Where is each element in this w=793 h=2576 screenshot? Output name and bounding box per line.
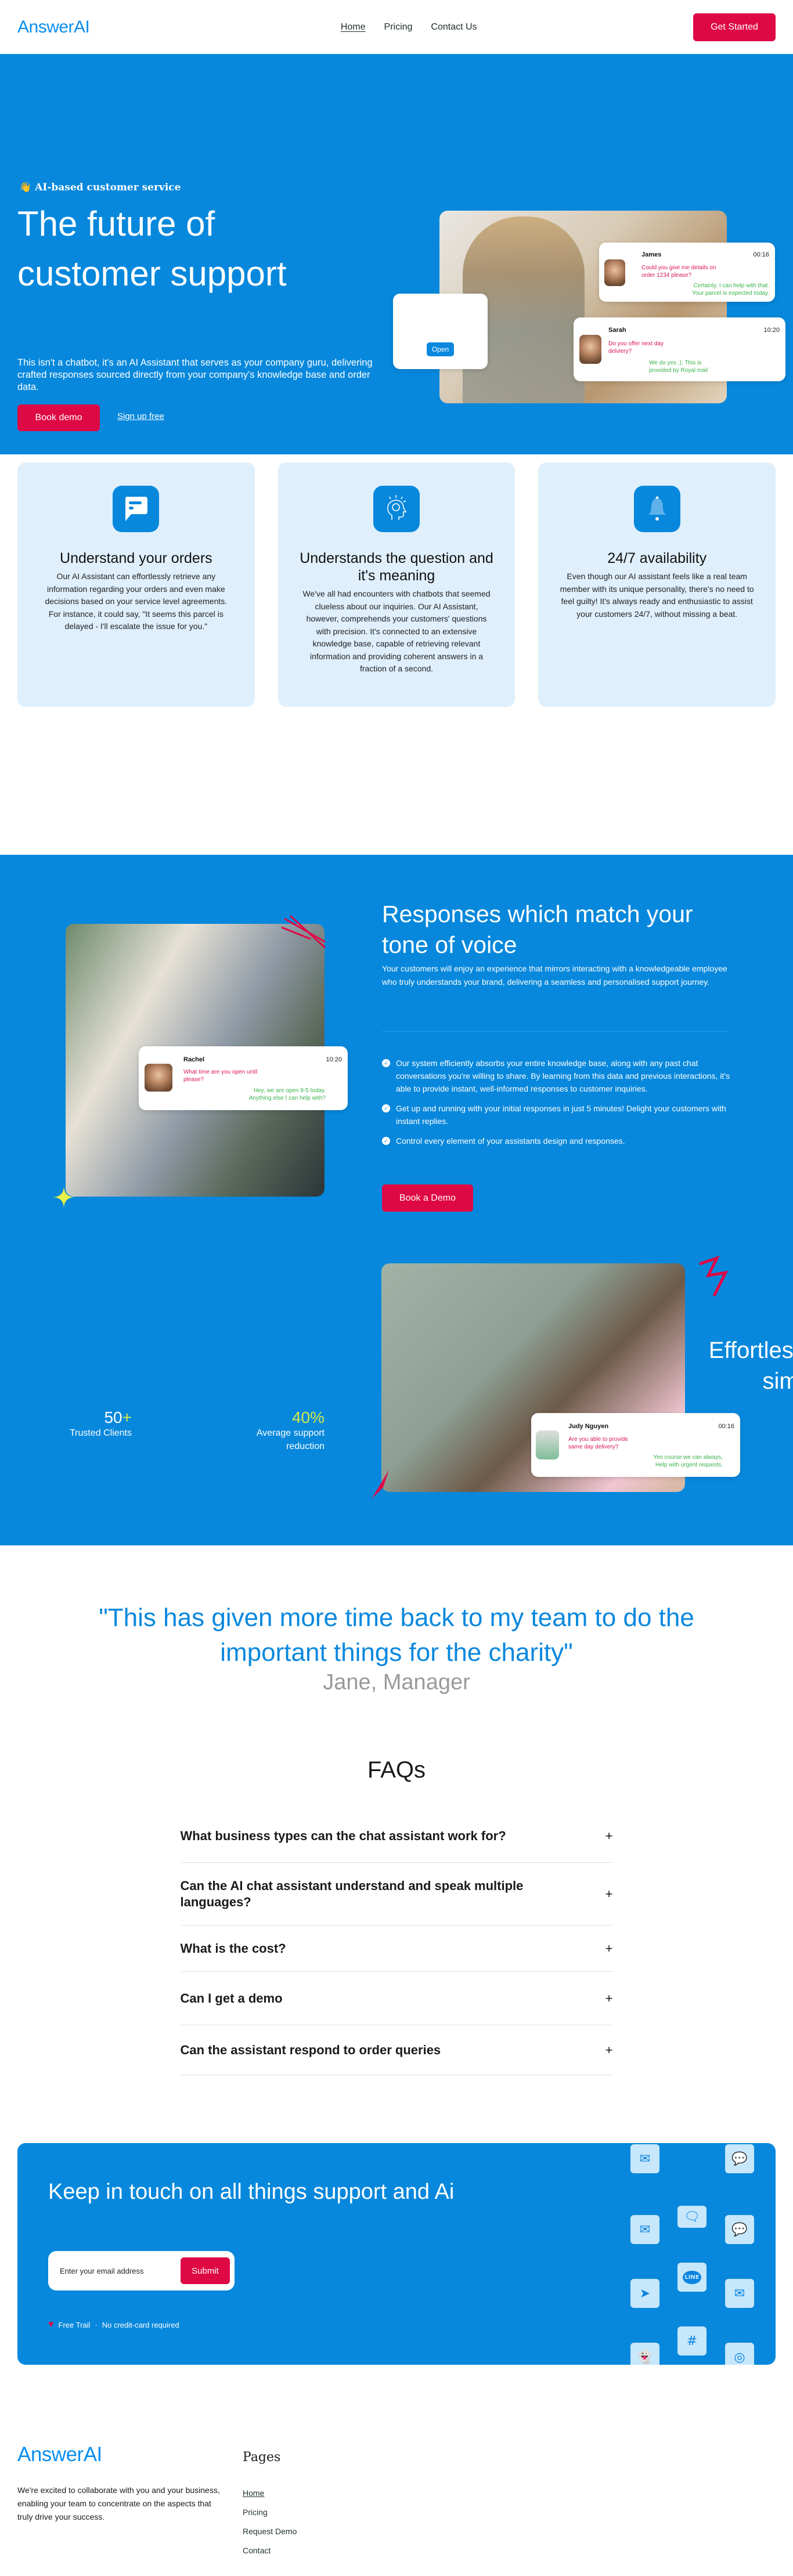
- faq-item[interactable]: Can the AI chat assistant understand and…: [180, 1863, 613, 1925]
- check-badge-icon: ✓: [382, 1104, 390, 1112]
- email-icon: ✉: [630, 2144, 659, 2173]
- stat-reduction: 40% Average support reduction: [256, 1408, 325, 1452]
- hero-lead: This isn't a chatbot, it's an AI Assista…: [17, 357, 373, 392]
- trial-note: ♥ Free Trail · No credit-card required: [48, 2320, 179, 2329]
- faq-item[interactable]: Can the assistant respond to order queri…: [180, 2025, 613, 2075]
- chat-card-james: James 00:16 Could you give me details on…: [599, 243, 775, 302]
- new-message-title: New Message!: [399, 314, 482, 327]
- check-badge-icon: ✓: [382, 1059, 390, 1067]
- line-icon: LINE: [677, 2263, 707, 2292]
- instagram-icon: ◎: [725, 2343, 754, 2365]
- chat-card-sarah: Sarah 10:20 Do you offer next day delvie…: [574, 317, 785, 381]
- avatar: [536, 1430, 559, 1459]
- feature-title: Understands the question and it's meanin…: [300, 550, 493, 584]
- plus-icon[interactable]: +: [605, 1828, 613, 1844]
- email-input[interactable]: [60, 2266, 181, 2275]
- avatar: [145, 1064, 172, 1092]
- chat-bubble-icon: [113, 486, 160, 532]
- scribble-decoration: [281, 915, 326, 949]
- chat-icon: 🗨: [677, 2206, 707, 2228]
- avatar: [579, 335, 601, 364]
- footer-description: We're excited to collaborate with you an…: [17, 2485, 220, 2521]
- star-decoration: [52, 1186, 75, 1209]
- footer-links: Home Pricing Request Demo Contact: [243, 2484, 297, 2560]
- bullet-item: ✓ Get up and running with your initial re…: [382, 1102, 730, 1128]
- footer-link-request-demo[interactable]: Request Demo: [243, 2522, 297, 2541]
- stat-clients: 50+ Trusted Clients: [70, 1408, 132, 1439]
- avatar: [604, 259, 625, 286]
- features-section: Understand your orders Our AI Assistant …: [0, 454, 793, 855]
- telegram-icon: ➤: [630, 2279, 659, 2308]
- wechat-icon: 💬: [725, 2215, 754, 2244]
- tone-section: Rachel 10:20 What time are you open unti…: [0, 855, 793, 1545]
- newsletter-cta: Keep in touch on all things support and …: [17, 2143, 776, 2365]
- bullet-item: ✓ Control every element of your assistant…: [382, 1135, 730, 1147]
- faq-item[interactable]: What is the cost? +: [180, 1925, 613, 1972]
- bullet-item: ✓ Our system efficiently absorbs your ent…: [382, 1057, 730, 1095]
- waving-hand-icon: 👋: [19, 182, 32, 193]
- hero-title: The future of customer support: [17, 204, 287, 293]
- hero-eyebrow: 👋 AI-based customer service: [19, 182, 181, 193]
- plus-icon[interactable]: +: [605, 2042, 613, 2058]
- feature-title: 24/7 availability: [607, 550, 707, 566]
- footer-link-pricing[interactable]: Pricing: [243, 2503, 297, 2522]
- plus-icon[interactable]: +: [605, 1990, 613, 2007]
- hero-section: 👋 AI-based customer service The future o…: [0, 54, 793, 454]
- new-message-text: My parcel didn't arrive: [403, 328, 477, 337]
- chat-card-rachel: Rachel 10:20 What time are you open unti…: [139, 1046, 348, 1110]
- check-badge-icon: ✓: [382, 1137, 390, 1145]
- sign-up-link[interactable]: Sign up free: [117, 411, 164, 421]
- plus-icon[interactable]: +: [605, 1886, 613, 1902]
- faq-item[interactable]: What business types can the chat assista…: [180, 1809, 613, 1863]
- feature-card: Understand your orders Our AI Assistant …: [17, 463, 255, 707]
- snapchat-icon: 👻: [630, 2343, 659, 2365]
- tone-bullets: ✓ Our system efficiently absorbs your ent…: [382, 1057, 730, 1154]
- footer-pages-title: Pages: [243, 2450, 281, 2465]
- divider: [382, 1031, 728, 1032]
- heart-icon: ♥: [48, 2320, 54, 2329]
- zigzag-decoration: [699, 1255, 729, 1297]
- plus-icon[interactable]: +: [605, 1941, 613, 1957]
- nav-link-contact[interactable]: Contact Us: [431, 22, 477, 32]
- feature-text: We've all had encounters with chatbots t…: [302, 589, 491, 673]
- footer-link-contact[interactable]: Contact: [243, 2541, 297, 2560]
- nav-link-home[interactable]: Home: [341, 22, 366, 32]
- faq-list: What business types can the chat assista…: [180, 1809, 613, 2075]
- feature-text: Even though our AI assistant feels like …: [560, 572, 754, 619]
- testimonial-quote: "This has given more time back to my tea…: [99, 1603, 694, 1667]
- feature-title: Understand your orders: [60, 550, 212, 566]
- feature-text: Our AI Assistant can effortlessly retrie…: [45, 572, 228, 631]
- logo[interactable]: AnswerAI: [17, 17, 90, 37]
- footer-link-home[interactable]: Home: [243, 2484, 297, 2503]
- get-started-button[interactable]: Get Started: [693, 13, 776, 41]
- email-form: Submit: [48, 2251, 235, 2290]
- submit-button[interactable]: Submit: [181, 2257, 230, 2284]
- top-nav: AnswerAI Home Pricing Contact Us Get Sta…: [0, 0, 793, 54]
- email-icon: ✉: [725, 2279, 754, 2308]
- testimonial-section: "This has given more time back to my tea…: [0, 1545, 793, 1743]
- footer: AnswerAI We're excited to collaborate wi…: [0, 2408, 793, 2576]
- feature-card: Understands the question and it's meanin…: [277, 463, 516, 707]
- brain-head-icon: [373, 486, 420, 532]
- open-button[interactable]: Open: [426, 342, 455, 356]
- nav-link-pricing[interactable]: Pricing: [384, 22, 413, 32]
- new-message-card: New Message! My parcel didn't arrive Ope…: [393, 294, 488, 369]
- nav-links: Home Pricing Contact Us: [341, 22, 477, 32]
- bell-icon: [633, 486, 680, 532]
- chat-card-judy: Judy Nguyen 00:16 Are you able to provid…: [531, 1413, 740, 1477]
- faq-title: FAQs: [367, 1757, 426, 1783]
- feature-card: 24/7 availability Even though our AI ass…: [538, 463, 776, 707]
- book-a-demo-button[interactable]: Book a Demo: [382, 1184, 473, 1212]
- book-demo-button[interactable]: Book demo: [17, 404, 100, 431]
- cta-title: Keep in touch on all things support and …: [48, 2180, 455, 2204]
- tone-subtitle: Your customers will enjoy an experience …: [382, 964, 727, 987]
- faq-item[interactable]: Can I get a demo +: [180, 1972, 613, 2025]
- wechat-icon: 💬: [725, 2144, 754, 2173]
- email-icon: ✉: [630, 2215, 659, 2244]
- testimonial-author: Jane, Manager: [323, 1670, 470, 1695]
- footer-logo[interactable]: AnswerAI: [17, 2443, 102, 2466]
- corner-decoration: [372, 1470, 389, 1499]
- tone-title: Responses which match your tone of voice: [382, 901, 693, 958]
- slack-icon: #: [677, 2326, 707, 2355]
